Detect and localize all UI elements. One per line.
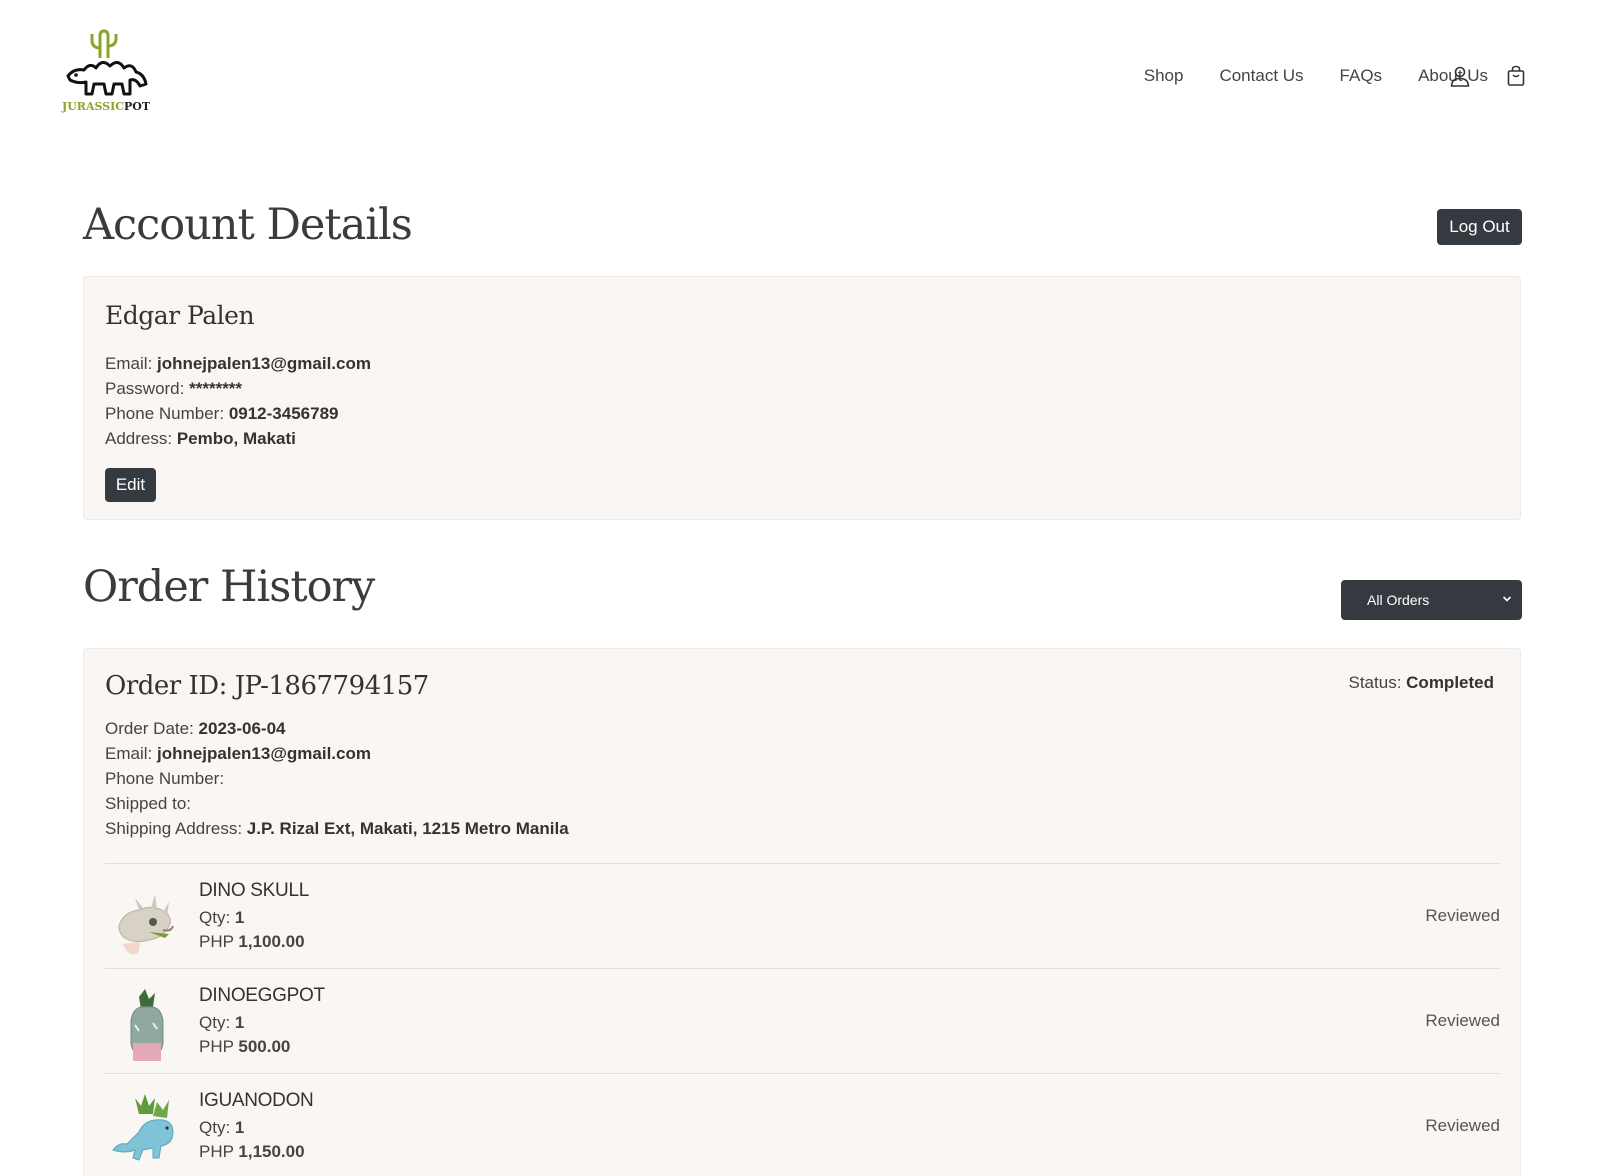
order-filter-value: All Orders [1367, 592, 1430, 608]
nav-shop[interactable]: Shop [1144, 66, 1184, 86]
user-icon[interactable] [1448, 64, 1472, 88]
order-shipped-to: Shipped to: [105, 794, 192, 813]
order-shipping-address: Shipping Address: J.P. Rizal Ext, Makati… [105, 819, 569, 838]
shopping-bag-icon[interactable] [1504, 64, 1528, 88]
item-qty: Qty: 1 [199, 908, 245, 927]
item-qty: Qty: 1 [199, 1013, 245, 1032]
chevron-down-icon [1502, 596, 1512, 602]
item-review-status: Reviewed [1425, 1116, 1500, 1135]
order-phone: Phone Number: [105, 769, 225, 788]
item-name: DINO SKULL [199, 880, 309, 901]
order-filter-select[interactable]: All Orders [1341, 580, 1522, 620]
account-card: Edgar Palen Email: johnejpalen13@gmail.c… [83, 276, 1521, 520]
item-qty: Qty: 1 [199, 1118, 245, 1137]
edit-button[interactable]: Edit [105, 468, 156, 502]
item-name: DINOEGGPOT [199, 985, 325, 1006]
item-name: IGUANODON [199, 1090, 314, 1111]
item-review-status: Reviewed [1425, 1011, 1500, 1030]
account-address: Address: Pembo, Makati [105, 429, 296, 448]
item-price: PHP 500.00 [199, 1037, 291, 1056]
account-details-heading: Account Details [83, 200, 413, 250]
order-status: Status: Completed [1348, 673, 1495, 692]
logo-text: JURASSICPOT [62, 100, 151, 113]
order-card: Order ID: JP-1867794157 Status: Complete… [83, 648, 1521, 1176]
nav-faqs[interactable]: FAQs [1340, 66, 1383, 86]
order-history-heading: Order History [83, 562, 375, 612]
item-price: PHP 1,150.00 [199, 1142, 305, 1161]
order-date: Order Date: 2023-06-04 [105, 719, 286, 738]
order-item: DINOEGGPOT Qty: 1 PHP 500.00 Reviewed [105, 968, 1500, 1073]
account-password: Password: ******** [105, 379, 243, 398]
order-item: IGUANODON Qty: 1 PHP 1,150.00 Reviewed [105, 1073, 1500, 1176]
main-nav: Shop Contact Us FAQs About Us [1144, 66, 1488, 86]
dino-skull-image [109, 882, 181, 962]
logo-graphic [66, 29, 148, 96]
item-review-status: Reviewed [1425, 906, 1500, 925]
item-price: PHP 1,100.00 [199, 932, 305, 951]
nav-contact-us[interactable]: Contact Us [1219, 66, 1303, 86]
iguanodon-image [109, 1092, 181, 1172]
site-header: JURASSICPOT Shop Contact Us FAQs About U… [0, 0, 1600, 150]
logout-button[interactable]: Log Out [1437, 209, 1522, 245]
jurassicpot-logo[interactable]: JURASSICPOT [60, 28, 156, 120]
account-phone: Phone Number: 0912-3456789 [105, 404, 339, 423]
order-id: Order ID: JP-1867794157 [105, 671, 429, 701]
order-item: DINO SKULL Qty: 1 PHP 1,100.00 Reviewed [105, 863, 1500, 968]
order-email: Email: johnejpalen13@gmail.com [105, 744, 371, 763]
account-name: Edgar Palen [105, 301, 255, 330]
account-email: Email: johnejpalen13@gmail.com [105, 354, 371, 373]
dinoeggpot-image [109, 987, 181, 1067]
